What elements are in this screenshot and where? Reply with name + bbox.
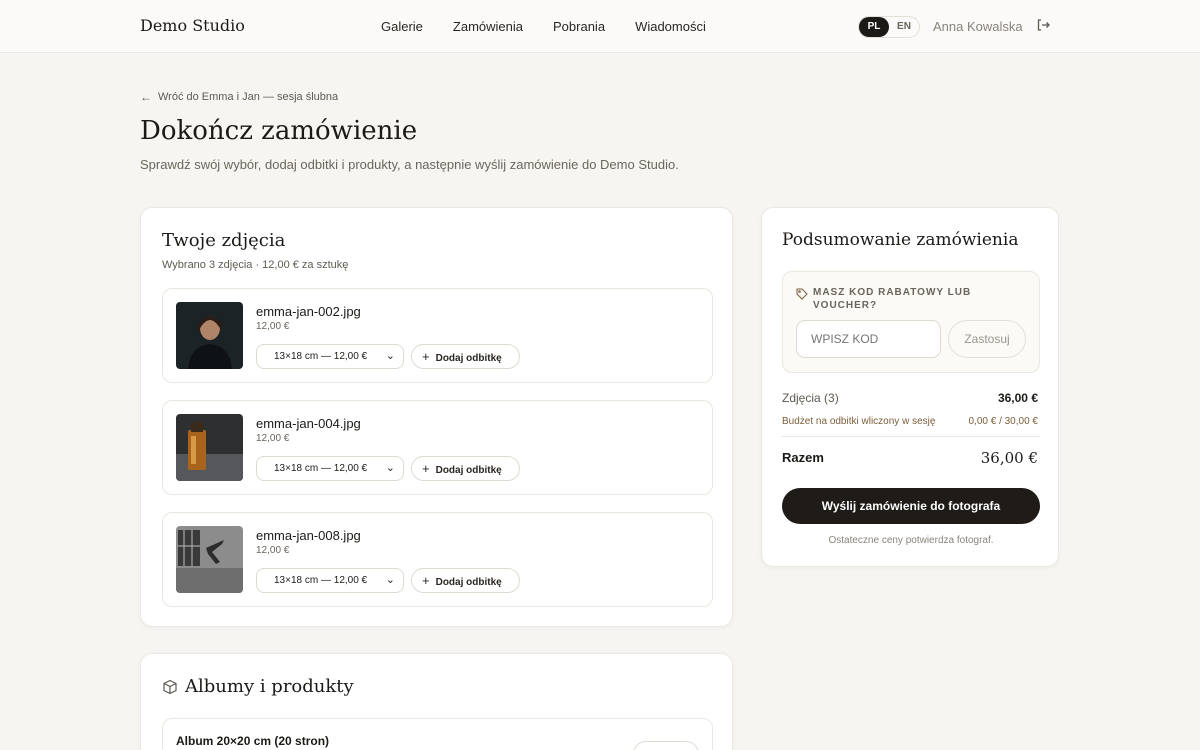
print-size-value: 13×18 cm — 12,00 € (274, 351, 368, 362)
photos-card: Twoje zdjęcia Wybrano 3 zdjęcia · 12,00 … (140, 207, 733, 627)
add-print-button[interactable]: + Dodaj odbitkę (411, 344, 520, 369)
add-print-label: Dodaj odbitkę (435, 577, 502, 588)
arrow-left-icon: ← (140, 90, 152, 104)
print-size-select[interactable]: 13×18 cm — 12,00 € ⌄ (256, 344, 404, 369)
voucher-code-input[interactable] (796, 320, 941, 358)
photos-subtitle: Wybrano 3 zdjęcia · 12,00 € za sztukę (162, 259, 349, 271)
plus-icon: + (422, 349, 430, 364)
main-nav: Galerie Zamówienia Pobrania Wiadomości (381, 19, 736, 34)
nav-galleries[interactable]: Galerie (381, 19, 423, 34)
add-print-label: Dodaj odbitkę (435, 353, 502, 364)
back-link[interactable]: ← Wróć do Emma i Jan — sesja ślubna (140, 90, 338, 104)
chevron-down-icon: ⌄ (385, 574, 395, 586)
summary-title: Podsumowanie zamówienia (782, 230, 1019, 250)
language-switcher: PL EN (858, 16, 920, 38)
photo-price: 12,00 € (256, 433, 290, 444)
photo-thumbnail[interactable] (176, 526, 243, 593)
apply-code-button[interactable]: Zastosuj (948, 320, 1026, 358)
print-size-value: 13×18 cm — 12,00 € (274, 463, 368, 474)
total-value: 36,00 € (980, 449, 1038, 467)
price-note: Ostateczne ceny potwierdza fotograf. (828, 535, 994, 546)
albums-card: Albumy i produkty Album 20×20 cm (20 str… (140, 653, 733, 750)
top-bar: Demo Studio Galerie Zamówienia Pobrania … (0, 0, 1200, 53)
photo-filename: emma-jan-002.jpg (256, 304, 361, 319)
photo-item: emma-jan-002.jpg 12,00 € 13×18 cm — 12,0… (162, 288, 713, 383)
logout-icon[interactable] (1036, 18, 1052, 34)
chevron-down-icon: ⌄ (385, 462, 395, 474)
plus-icon: + (422, 461, 430, 476)
album-item: Album 20×20 cm (20 stron) (162, 718, 713, 750)
print-size-value: 13×18 cm — 12,00 € (274, 575, 368, 586)
photos-subtotal: 36,00 € (997, 391, 1038, 405)
chevron-down-icon: ⌄ (385, 350, 395, 362)
photo-thumbnail[interactable] (176, 414, 243, 481)
print-budget-label: Budżet na odbitki wliczony w sesję (782, 416, 936, 427)
plus-icon: + (422, 573, 430, 588)
photo-item: emma-jan-008.jpg 12,00 € 13×18 cm — 12,0… (162, 512, 713, 607)
album-name: Album 20×20 cm (20 stron) (176, 734, 330, 748)
box-icon (162, 679, 178, 695)
user-name[interactable]: Anna Kowalska (933, 19, 1023, 34)
photo-item: emma-jan-004.jpg 12,00 € 13×18 cm — 12,0… (162, 400, 713, 495)
nav-orders[interactable]: Zamówienia (453, 19, 523, 34)
photo-thumbnail[interactable] (176, 302, 243, 369)
add-print-button[interactable]: + Dodaj odbitkę (411, 456, 520, 481)
photo-price: 12,00 € (256, 321, 290, 332)
nav-downloads[interactable]: Pobrania (553, 19, 605, 34)
print-size-select[interactable]: 13×18 cm — 12,00 € ⌄ (256, 568, 404, 593)
divider (782, 436, 1040, 437)
voucher-box: MASZ KOD RABATOWY LUB VOUCHER? Zastosuj (782, 271, 1040, 373)
send-order-button[interactable]: Wyślij zamówienie do fotografa (782, 488, 1040, 524)
photos-count-label: Zdjęcia (3) (782, 391, 839, 405)
voucher-label: MASZ KOD RABATOWY LUB VOUCHER? (813, 287, 972, 311)
lang-pl[interactable]: PL (859, 17, 889, 37)
page-subtitle: Sprawdź swój wybór, dodaj odbitki i prod… (140, 157, 679, 172)
order-summary-card: Podsumowanie zamówienia MASZ KOD RABATOW… (761, 207, 1059, 567)
add-print-button[interactable]: + Dodaj odbitkę (411, 568, 520, 593)
albums-title: Albumy i produkty (185, 676, 354, 697)
add-print-label: Dodaj odbitkę (435, 465, 502, 476)
print-size-select[interactable]: 13×18 cm — 12,00 € ⌄ (256, 456, 404, 481)
photos-title: Twoje zdjęcia (162, 230, 286, 251)
photo-filename: emma-jan-004.jpg (256, 416, 361, 431)
print-budget-value: 0,00 € / 30,00 € (968, 416, 1038, 427)
tag-icon (796, 287, 808, 300)
brand-logo[interactable]: Demo Studio (140, 16, 245, 35)
page-title: Dokończ zamówienie (140, 116, 418, 146)
nav-messages[interactable]: Wiadomości (635, 19, 706, 34)
back-link-label: Wróć do Emma i Jan — sesja ślubna (158, 91, 339, 103)
album-add-button[interactable] (633, 741, 699, 750)
photo-price: 12,00 € (256, 545, 290, 556)
total-label: Razem (782, 450, 824, 465)
lang-en[interactable]: EN (889, 17, 919, 37)
photo-filename: emma-jan-008.jpg (256, 528, 361, 543)
